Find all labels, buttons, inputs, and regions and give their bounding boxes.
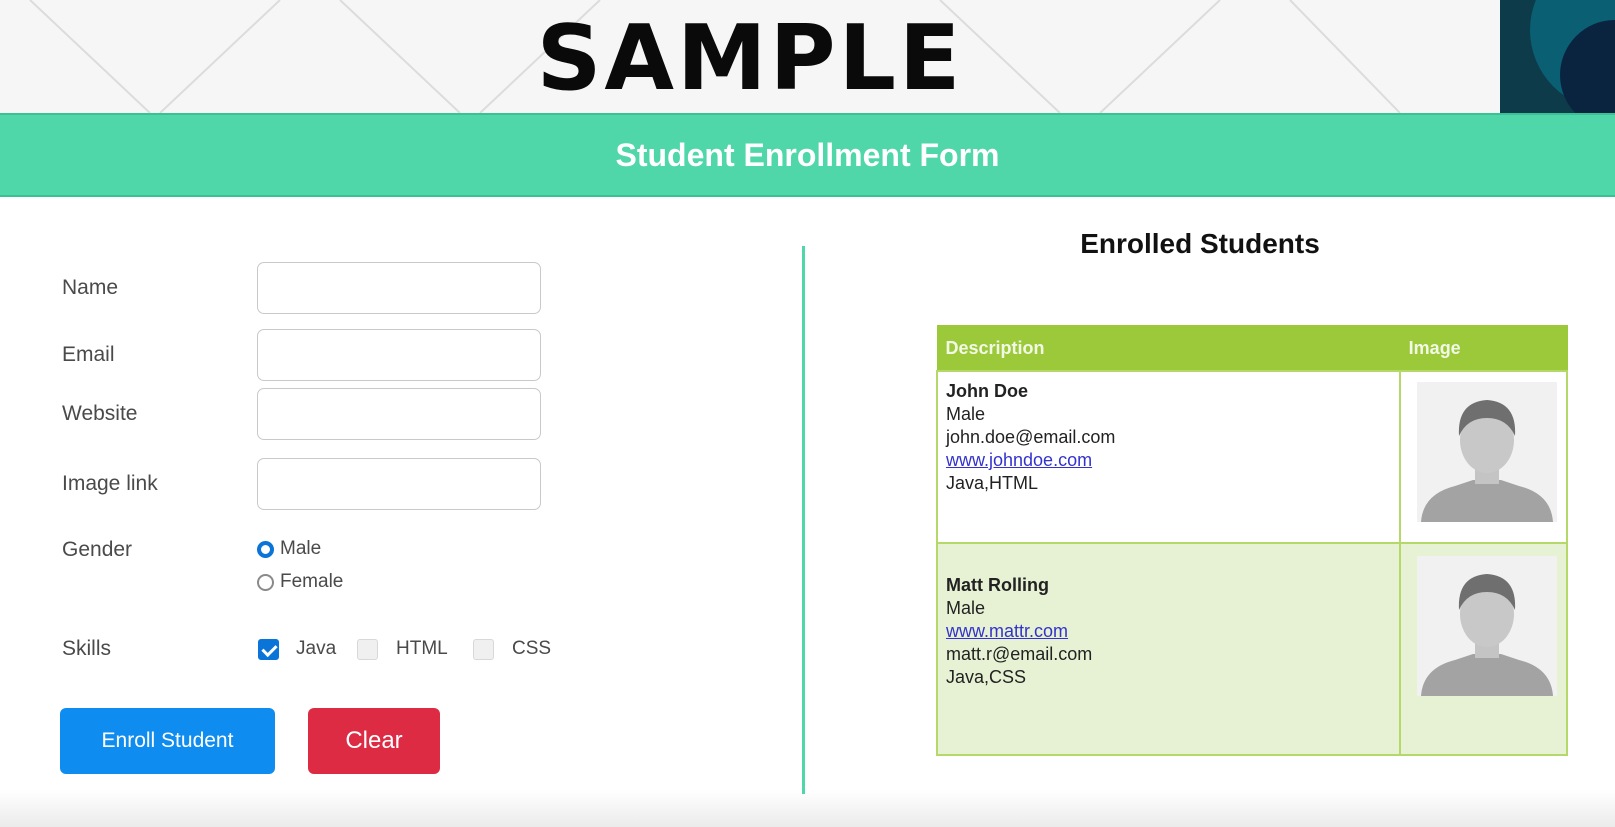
- css-checkbox-label: CSS: [512, 638, 552, 659]
- student-skills: Java,CSS: [946, 667, 1027, 687]
- skill-css[interactable]: CSS: [473, 638, 551, 660]
- gender-label: Gender: [62, 538, 133, 561]
- table-row: John Doe Male john.doe@email.com www.joh…: [935, 370, 1568, 544]
- student-name: Matt Rolling: [946, 575, 1049, 595]
- student-avatar: [1417, 556, 1558, 696]
- students-table: Description Image John Doe Male john.doe…: [935, 325, 1568, 756]
- student-website-link[interactable]: www.mattr.com: [946, 620, 1391, 643]
- description-column-header: Description: [936, 325, 1401, 372]
- student-image-cell: [1399, 370, 1568, 544]
- student-email: john.doe@email.com: [946, 427, 1116, 447]
- enroll-student-button[interactable]: Enroll Student: [60, 708, 275, 774]
- skill-html[interactable]: HTML: [357, 638, 448, 660]
- male-radio-label: Male: [280, 538, 322, 559]
- student-image-cell: [1399, 542, 1568, 756]
- student-email: matt.r@email.com: [946, 644, 1093, 664]
- male-radio[interactable]: [257, 540, 274, 558]
- student-description: Matt Rolling Male www.mattr.com matt.r@e…: [935, 542, 1402, 756]
- name-input[interactable]: [257, 262, 541, 314]
- table-header-row: Description Image: [936, 325, 1568, 372]
- student-gender: Male: [946, 598, 986, 618]
- image-link-input[interactable]: [257, 458, 541, 510]
- student-website-link[interactable]: www.johndoe.com: [946, 449, 1391, 472]
- html-checkbox[interactable]: [357, 638, 378, 660]
- student-avatar: [1417, 382, 1558, 522]
- image-link-label: Image link: [62, 472, 158, 495]
- person-silhouette-icon: [1417, 382, 1558, 522]
- website-input[interactable]: [257, 388, 541, 440]
- person-silhouette-icon: [1417, 556, 1558, 696]
- bottom-fade: [0, 790, 1615, 827]
- gender-option-female[interactable]: Female: [257, 571, 343, 593]
- table-row: Matt Rolling Male www.mattr.com matt.r@e…: [935, 542, 1568, 756]
- student-name: John Doe: [946, 381, 1029, 401]
- name-label: Name: [62, 276, 119, 299]
- student-skills: Java,HTML: [946, 473, 1039, 493]
- corner-decoration: [1500, 0, 1615, 113]
- student-description: John Doe Male john.doe@email.com www.joh…: [935, 370, 1402, 544]
- female-radio[interactable]: [257, 573, 274, 591]
- enrolled-students-heading: Enrolled Students: [1080, 228, 1320, 259]
- website-label: Website: [62, 402, 138, 425]
- css-checkbox[interactable]: [473, 638, 494, 660]
- skill-java[interactable]: Java: [258, 638, 336, 660]
- sample-watermark-title: SAMPLE: [536, 6, 964, 111]
- java-checkbox-label: Java: [296, 638, 337, 659]
- html-checkbox-label: HTML: [396, 638, 448, 659]
- page-title: Student Enrollment Form: [615, 137, 1000, 173]
- email-input[interactable]: [257, 329, 541, 381]
- top-banner: SAMPLE: [0, 0, 1615, 113]
- gender-option-male[interactable]: Male: [257, 538, 321, 560]
- java-checkbox[interactable]: [258, 638, 279, 660]
- image-column-header: Image: [1399, 325, 1568, 372]
- female-radio-label: Female: [280, 571, 344, 592]
- skills-label: Skills: [62, 637, 112, 660]
- vertical-divider: [802, 246, 805, 794]
- student-gender: Male: [946, 404, 986, 424]
- email-label: Email: [62, 343, 115, 366]
- header-bar: Student Enrollment Form: [0, 113, 1615, 197]
- clear-button[interactable]: Clear: [308, 708, 440, 774]
